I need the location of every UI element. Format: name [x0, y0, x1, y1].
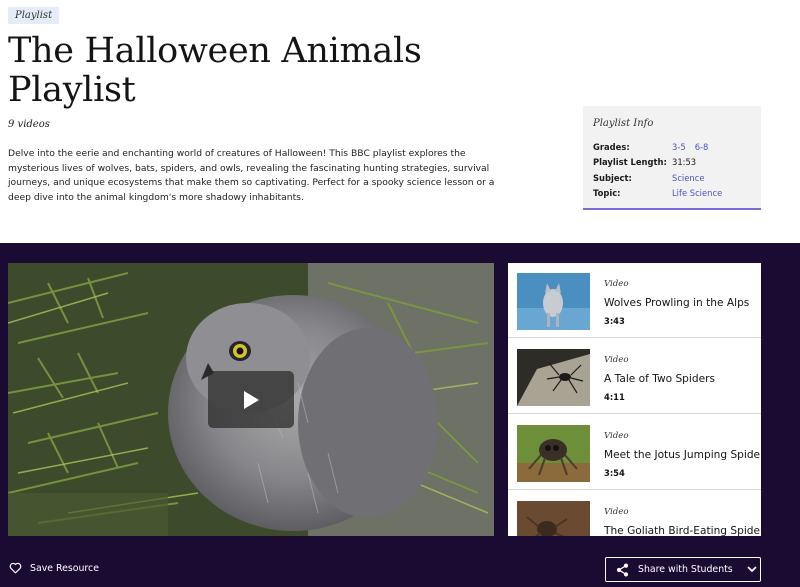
list-item[interactable]: Video Meet the Jotus Jumping Spider 3:54 — [508, 415, 761, 490]
topic-label: Topic: — [593, 188, 621, 199]
video-thumbnail — [517, 349, 590, 406]
video-title[interactable]: Meet the Jotus Jumping Spider — [604, 449, 761, 461]
video-thumbnail — [517, 425, 590, 482]
spider-thumbnail-image — [517, 349, 590, 406]
video-title[interactable]: The Goliath Bird-Eating Spider — [604, 525, 761, 536]
playlist-info-panel: Playlist Info Grades: 3-5 6-8 Playlist L… — [583, 106, 761, 210]
video-player[interactable] — [8, 263, 494, 536]
video-type: Video — [604, 279, 629, 289]
save-resource-label: Save Resource — [30, 562, 99, 574]
grade-link-6-8[interactable]: 6-8 — [695, 142, 709, 152]
video-title[interactable]: Wolves Prowling in the Alps — [604, 297, 749, 309]
video-duration: 4:11 — [604, 392, 625, 402]
video-duration: 3:43 — [604, 316, 625, 326]
info-row-topic: Topic: Life Science — [593, 186, 751, 202]
list-item[interactable]: Video Wolves Prowling in the Alps 3:43 — [508, 263, 761, 338]
playlist-badge: Playlist — [8, 7, 60, 24]
video-thumbnail — [517, 273, 590, 330]
playlist-info-title: Playlist Info — [593, 118, 654, 129]
jumping-spider-thumbnail-image — [517, 425, 590, 482]
play-icon — [244, 390, 259, 409]
share-label: Share with Students — [638, 564, 733, 575]
play-button[interactable] — [208, 371, 294, 428]
chevron-down-icon — [747, 566, 757, 573]
share-icon — [616, 563, 629, 576]
goliath-spider-thumbnail-image — [517, 501, 590, 536]
video-type: Video — [604, 355, 629, 365]
length-label: Playlist Length: — [593, 157, 667, 168]
playlist-description: Delve into the eerie and enchanting worl… — [8, 148, 495, 203]
length-value: 31:53 — [672, 157, 697, 168]
subject-link[interactable]: Science — [672, 173, 704, 183]
share-with-students-button[interactable]: Share with Students — [605, 557, 761, 582]
info-row-grades: Grades: 3-5 6-8 — [593, 139, 751, 155]
subject-label: Subject: — [593, 172, 632, 183]
grades-label: Grades: — [593, 141, 630, 152]
save-resource-button[interactable]: Save Resource — [9, 562, 99, 574]
topic-link[interactable]: Life Science — [672, 188, 722, 198]
video-thumbnail — [517, 501, 590, 536]
heart-icon — [9, 562, 22, 574]
video-count: 9 videos — [8, 119, 50, 130]
grade-link-3-5[interactable]: 3-5 — [672, 142, 686, 152]
wolf-thumbnail-image — [517, 273, 590, 330]
page-title: The Halloween Animals Playlist — [8, 31, 422, 110]
video-title[interactable]: A Tale of Two Spiders — [604, 373, 715, 385]
video-duration: 3:54 — [604, 468, 625, 478]
list-item[interactable]: Video The Goliath Bird-Eating Spider — [508, 491, 761, 536]
video-type: Video — [604, 507, 629, 517]
info-row-length: Playlist Length: 31:53 — [593, 155, 751, 171]
video-type: Video — [604, 431, 629, 441]
list-item[interactable]: Video A Tale of Two Spiders 4:11 — [508, 339, 761, 414]
info-row-subject: Subject: Science — [593, 170, 751, 186]
playlist-video-list[interactable]: Video Wolves Prowling in the Alps 3:43 V… — [508, 263, 761, 536]
